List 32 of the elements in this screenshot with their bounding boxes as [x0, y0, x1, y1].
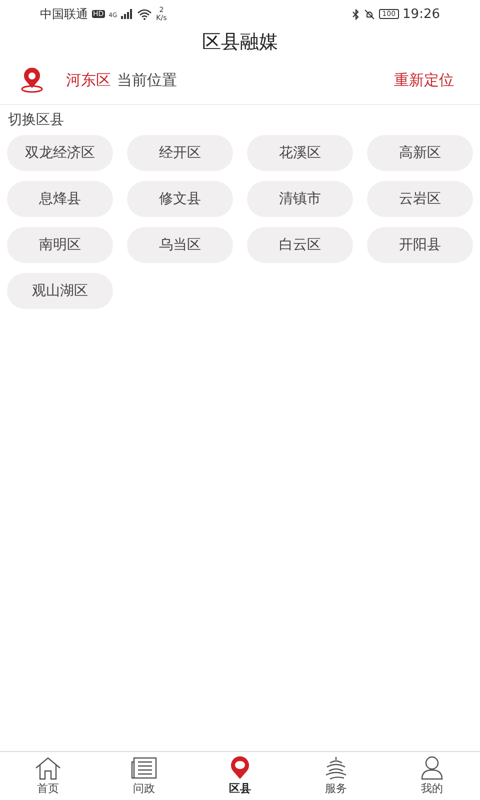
district-chip[interactable]: 开阳县	[367, 227, 473, 263]
location-pin-icon	[20, 67, 44, 93]
signal-icon	[121, 9, 134, 19]
district-chip[interactable]: 南明区	[7, 227, 113, 263]
district-chip[interactable]: 双龙经济区	[7, 135, 113, 171]
nav-tab[interactable]: 我的	[384, 752, 480, 800]
district-chip[interactable]: 云岩区	[367, 181, 473, 217]
wifi-icon	[137, 8, 152, 20]
district-chip[interactable]: 清镇市	[247, 181, 353, 217]
district-chip[interactable]: 观山湖区	[7, 273, 113, 309]
district-chip[interactable]: 修文县	[127, 181, 233, 217]
newspaper-icon	[130, 756, 158, 780]
nav-tab[interactable]: 问政	[96, 752, 192, 800]
carrier-name: 中国联通	[40, 6, 88, 22]
district-chip[interactable]: 花溪区	[247, 135, 353, 171]
mute-bell-icon	[364, 8, 376, 20]
nav-tab[interactable]: 服务	[288, 752, 384, 800]
district-chip[interactable]: 经开区	[127, 135, 233, 171]
nav-tab[interactable]: 区县	[192, 752, 288, 800]
relocate-button[interactable]: 重新定位	[394, 70, 454, 90]
district-chip[interactable]: 乌当区	[127, 227, 233, 263]
clock-time: 19:26	[402, 6, 440, 22]
district-chip[interactable]: 高新区	[367, 135, 473, 171]
current-district: 河东区	[66, 70, 111, 90]
section-label: 切换区县	[7, 111, 65, 130]
page-title: 区县融媒	[201, 30, 279, 55]
location-label: 当前位置	[117, 70, 177, 90]
bluetooth-icon	[352, 8, 360, 20]
home-icon	[34, 756, 62, 780]
nav-tab[interactable]: 首页	[0, 752, 96, 800]
district-chip[interactable]: 息烽县	[7, 181, 113, 217]
district-chip[interactable]: 白云区	[247, 227, 353, 263]
